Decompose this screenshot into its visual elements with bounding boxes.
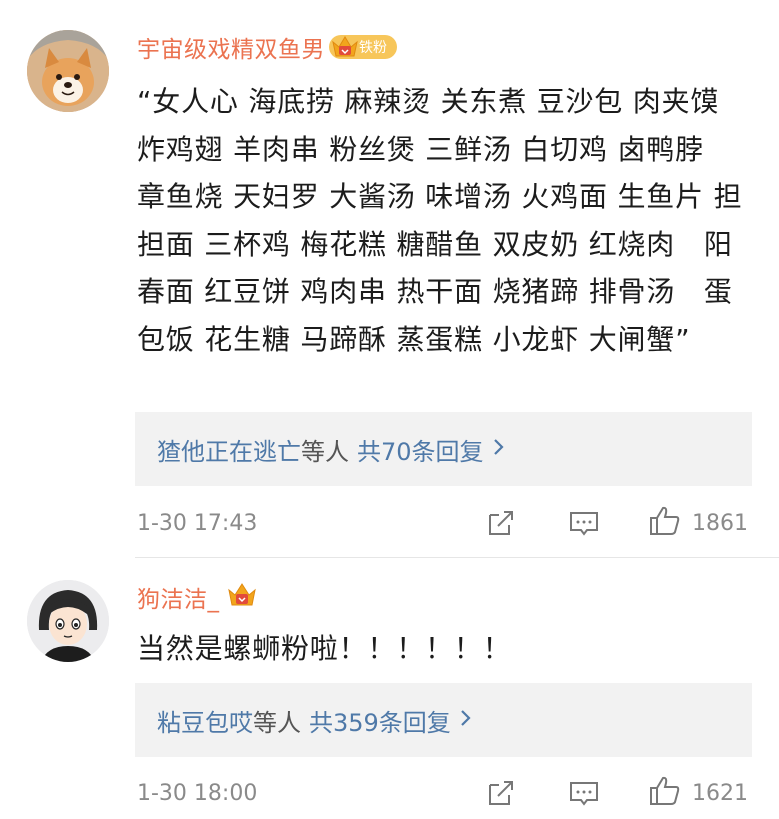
comment-text: “女人心 海底捞 麻辣烫 关东煮 豆沙包 肉夹馍 炸鸡翅 羊肉串 粉丝煲 三鲜汤… [137, 85, 743, 356]
fan-badge-label: 铁粉 [359, 40, 387, 56]
timestamp: 1-30 18:00 [137, 780, 258, 806]
reply-others-label: 等人 [301, 437, 349, 466]
reply-user-link[interactable]: 粘豆包哎 [157, 703, 253, 738]
timestamp: 1-30 17:43 [137, 510, 258, 536]
comment-text: 当然是螺蛳粉啦！！！！！！ [137, 632, 512, 665]
comment-meta: 1-30 17:43 1861 [137, 503, 757, 543]
username-row: 宇宙级戏精双鱼男 铁粉 [137, 30, 397, 64]
reply-user-link[interactable]: 猹他正在逃亡 [157, 432, 301, 467]
comment-meta: 1-30 18:00 1621 [137, 773, 757, 813]
share-icon[interactable] [485, 777, 517, 809]
reply-summary[interactable]: 猹他正在逃亡 等人 共70条回复 [135, 412, 752, 486]
reply-others-label: 等人 [253, 708, 301, 737]
avatar[interactable] [27, 580, 109, 662]
username-row: 狗洁洁_ [137, 580, 257, 614]
thumbs-up-icon [648, 774, 682, 812]
share-icon[interactable] [485, 507, 517, 539]
cartoon-girl-avatar-icon [27, 580, 109, 662]
chevron-right-icon [459, 706, 473, 734]
like-button[interactable]: 1621 [648, 774, 748, 812]
username[interactable]: 狗洁洁_ [137, 580, 220, 614]
like-count: 1861 [692, 510, 748, 536]
comment-icon[interactable] [568, 777, 600, 809]
comment-icon[interactable] [568, 507, 600, 539]
shiba-dog-avatar-icon [27, 30, 109, 112]
avatar[interactable] [27, 30, 109, 112]
fan-badge: 铁粉 [329, 35, 397, 59]
username[interactable]: 宇宙级戏精双鱼男 [137, 30, 325, 64]
crown-icon [331, 34, 359, 64]
reply-count-link[interactable]: 共359条回复 [309, 703, 451, 738]
chevron-right-icon [492, 435, 506, 463]
crown-icon [227, 581, 257, 613]
thumbs-up-icon [648, 504, 682, 542]
like-count: 1621 [692, 780, 748, 806]
reply-count-link[interactable]: 共70条回复 [357, 432, 484, 467]
like-button[interactable]: 1861 [648, 504, 748, 542]
divider [135, 557, 779, 558]
reply-summary[interactable]: 粘豆包哎 等人 共359条回复 [135, 683, 752, 757]
